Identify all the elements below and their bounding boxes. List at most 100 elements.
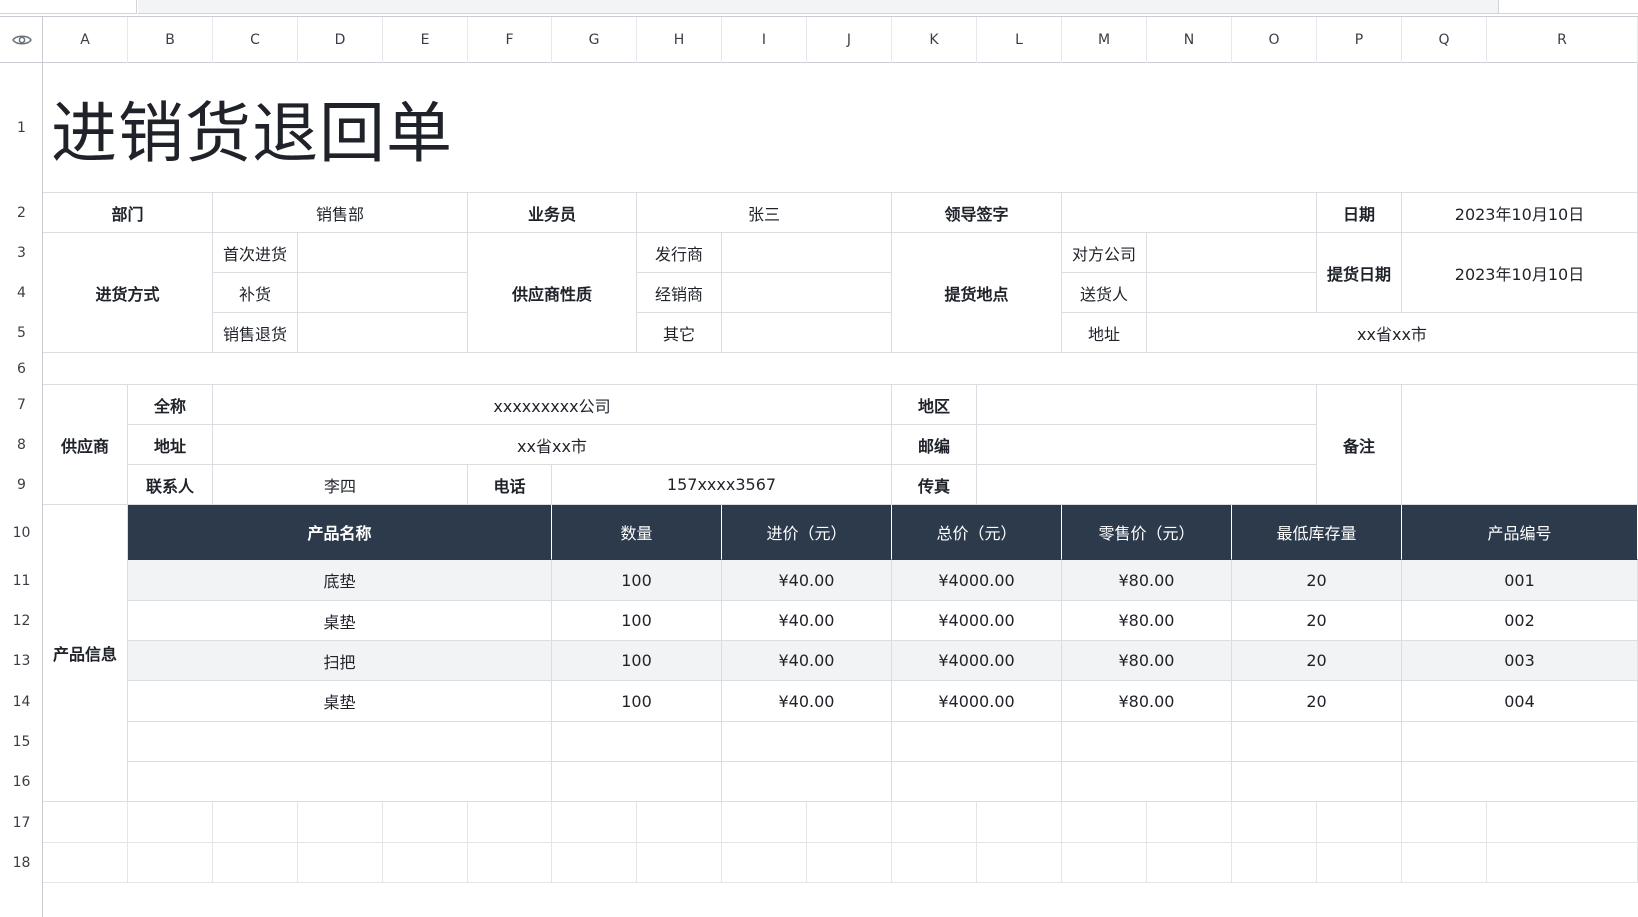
dept-value-cell[interactable]: 销售部 [213,193,468,233]
table-cell[interactable]: 底垫 [128,560,552,601]
column-header-l[interactable]: L [977,17,1062,63]
grid-cell[interactable] [1062,843,1147,883]
supplier-contact-value-cell[interactable]: 李四 [213,465,468,505]
grid-cell[interactable] [552,802,637,843]
row-header-2[interactable]: 2 [0,193,43,233]
table-cell-empty[interactable] [722,722,892,762]
row-header-3[interactable]: 3 [0,233,43,273]
table-header-quantity[interactable]: 数量 [552,505,722,560]
row-header-15[interactable]: 15 [0,722,43,762]
table-cell[interactable]: ¥80.00 [1062,681,1232,722]
grid-cell[interactable] [213,843,298,883]
grid-cell[interactable] [1317,843,1402,883]
table-cell[interactable]: ¥4000.00 [892,560,1062,601]
table-cell[interactable]: 20 [1232,601,1402,641]
grid-cell[interactable] [722,802,807,843]
row-header-14[interactable]: 14 [0,681,43,722]
grid-cell[interactable] [468,843,552,883]
table-cell[interactable]: 004 [1402,681,1638,722]
grid-cell[interactable] [43,802,128,843]
table-cell-empty[interactable] [1062,722,1232,762]
distributor-cell[interactable]: 经销商 [637,273,722,313]
column-header-g[interactable]: G [552,17,637,63]
supplier-address-value-cell[interactable]: xx省xx市 [213,425,892,465]
grid-cell[interactable] [1147,843,1232,883]
table-cell[interactable]: ¥40.00 [722,681,892,722]
grid-cell[interactable] [807,802,892,843]
other-cell[interactable]: 其它 [637,313,722,353]
table-cell-empty[interactable] [892,722,1062,762]
row-header-6[interactable]: 6 [0,353,43,385]
supplier-section-cell[interactable]: 供应商 [43,385,128,505]
table-cell[interactable]: 桌垫 [128,681,552,722]
distributor-value-cell[interactable] [722,273,892,313]
supplier-zip-label-cell[interactable]: 邮编 [892,425,977,465]
grid-cell[interactable] [43,843,128,883]
grid-cell[interactable] [298,802,383,843]
table-cell[interactable]: 20 [1232,681,1402,722]
table-header-product-code[interactable]: 产品编号 [1402,505,1638,560]
table-cell[interactable]: 20 [1232,641,1402,681]
deliverer-value-cell[interactable] [1147,273,1317,313]
supplier-region-label-cell[interactable]: 地区 [892,385,977,425]
table-cell[interactable]: 002 [1402,601,1638,641]
pickup-date-value-cell[interactable]: 2023年10月10日 [1402,233,1638,313]
supplier-phone-label-cell[interactable]: 电话 [468,465,552,505]
pickup-place-label-cell[interactable]: 提货地点 [892,233,1062,353]
first-purchase-value-cell[interactable] [298,233,468,273]
product-section-cell[interactable]: 产品信息 [43,505,128,802]
grid-cell[interactable] [213,802,298,843]
grid-cell[interactable] [1487,802,1638,843]
row-header-11[interactable]: 11 [0,560,43,601]
grid-cell[interactable] [1062,802,1147,843]
table-header-total-price[interactable]: 总价（元） [892,505,1062,560]
row-header-16[interactable]: 16 [0,762,43,802]
grid-cell[interactable] [892,843,977,883]
grid-cell[interactable] [1317,802,1402,843]
table-cell[interactable]: ¥40.00 [722,601,892,641]
purchase-method-label-cell[interactable]: 进货方式 [43,233,213,353]
row-header-4[interactable]: 4 [0,273,43,313]
sales-return-value-cell[interactable] [298,313,468,353]
column-header-f[interactable]: F [468,17,552,63]
row-header-8[interactable]: 8 [0,425,43,465]
table-cell[interactable]: ¥80.00 [1062,601,1232,641]
table-header-min-stock[interactable]: 最低库存量 [1232,505,1402,560]
column-header-k[interactable]: K [892,17,977,63]
table-cell[interactable]: ¥4000.00 [892,641,1062,681]
column-header-p[interactable]: P [1317,17,1402,63]
name-box[interactable] [0,0,137,14]
table-header-product-name[interactable]: 产品名称 [128,505,552,560]
supplier-address-label-cell[interactable]: 地址 [128,425,213,465]
salesman-value-cell[interactable]: 张三 [637,193,892,233]
column-header-c[interactable]: C [213,17,298,63]
date-label-cell[interactable]: 日期 [1317,193,1402,233]
counterparty-value-cell[interactable] [1147,233,1317,273]
other-value-cell[interactable] [722,313,892,353]
pickup-date-label-cell[interactable]: 提货日期 [1317,233,1402,313]
table-cell[interactable]: 100 [552,601,722,641]
table-cell[interactable]: 20 [1232,560,1402,601]
supplier-fullname-label-cell[interactable]: 全称 [128,385,213,425]
row-header-17[interactable]: 17 [0,802,43,843]
column-header-n[interactable]: N [1147,17,1232,63]
table-cell[interactable]: ¥4000.00 [892,601,1062,641]
table-cell-empty[interactable] [128,722,552,762]
grid-cell[interactable] [128,802,213,843]
formula-bar[interactable] [138,0,1498,14]
table-cell-empty[interactable] [1232,762,1402,802]
column-header-m[interactable]: M [1062,17,1147,63]
supplier-zip-value-cell[interactable] [977,425,1317,465]
column-header-o[interactable]: O [1232,17,1317,63]
supplier-fax-value-cell[interactable] [977,465,1317,505]
table-cell[interactable]: 001 [1402,560,1638,601]
table-cell-empty[interactable] [1062,762,1232,802]
grid-cell[interactable] [1402,802,1487,843]
first-purchase-cell[interactable]: 首次进货 [213,233,298,273]
address-value-cell[interactable]: xx省xx市 [1147,313,1638,353]
column-header-j[interactable]: J [807,17,892,63]
leader-sign-label-cell[interactable]: 领导签字 [892,193,1062,233]
dept-label-cell[interactable]: 部门 [43,193,213,233]
table-cell-empty[interactable] [552,722,722,762]
supplier-nature-label-cell[interactable]: 供应商性质 [468,233,637,353]
